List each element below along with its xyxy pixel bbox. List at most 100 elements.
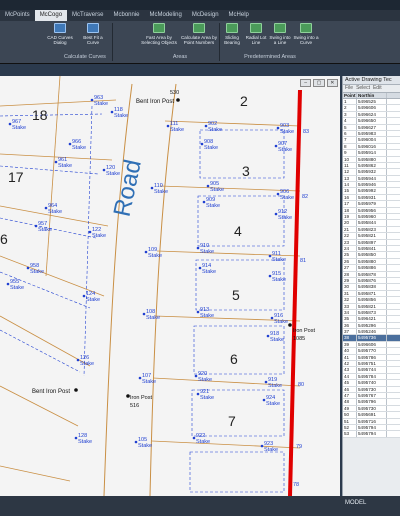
stake-marker[interactable] [274, 144, 278, 148]
tab-mccogo[interactable]: McCogo [34, 10, 68, 21]
stake-label: Stake [278, 215, 292, 221]
tab-mctraverse[interactable]: McTraverse [67, 10, 108, 21]
minimize-icon[interactable]: – [300, 79, 312, 87]
stake-marker[interactable] [194, 374, 198, 378]
group-predetermined-areas: Predetermined Areas [244, 54, 296, 60]
swing-into-curve-button[interactable]: Swing into a Curve [293, 23, 319, 53]
stake-marker[interactable] [8, 122, 12, 126]
cell-northing: 5495956 [357, 207, 387, 214]
cell-point: 30 [343, 284, 357, 290]
cell-northing: 5495751 [357, 361, 387, 367]
cell-point: 40 [343, 348, 357, 354]
site-plan[interactable]: Road 18 17 6 2 3 4 5 6 7 Bent Iron Post … [0, 76, 340, 496]
table-row[interactable]: 53 5495794 [343, 431, 400, 438]
stake-marker[interactable] [260, 444, 264, 448]
stake-marker[interactable] [196, 246, 200, 250]
svg-text:78: 78 [293, 482, 299, 488]
cell-northing: 5495767 [357, 392, 387, 399]
drawing-canvas[interactable]: Road 18 17 6 2 3 4 5 6 7 Bent Iron Post … [0, 76, 340, 496]
cell-northing: 5495736 [357, 335, 387, 341]
best-fit-curve-button[interactable]: Best Fit a Curve [78, 23, 108, 53]
lot-number: 7 [228, 413, 236, 429]
cell-northing: 5495886 [357, 265, 387, 271]
stake-marker[interactable] [166, 124, 170, 128]
stake-marker[interactable] [26, 266, 30, 270]
stake-marker[interactable] [264, 380, 268, 384]
stake-marker[interactable] [110, 110, 114, 114]
column-header-northing[interactable]: Northin [357, 93, 387, 98]
tab-mcdesign[interactable]: McDesign [187, 10, 224, 21]
stake-marker[interactable] [192, 436, 196, 440]
group-calculate-curves: Calculate Curves [64, 54, 106, 60]
stake-marker[interactable] [144, 250, 148, 254]
cad-curves-dialog-button[interactable]: CAD Curves Dialog [45, 23, 75, 53]
close-icon[interactable]: ✕ [326, 79, 338, 87]
stake-marker[interactable] [276, 192, 280, 196]
stake-marker[interactable] [274, 212, 278, 216]
cell-point: 24 [343, 245, 357, 252]
stake-marker[interactable] [82, 294, 86, 298]
menu-file[interactable]: File [345, 85, 353, 92]
cell-point: 10 [343, 156, 357, 162]
stake-marker[interactable] [204, 124, 208, 128]
tab-mcbonnie[interactable]: Mcbonnie [108, 10, 144, 21]
menu-edit[interactable]: Edit [373, 85, 382, 92]
stake-label: Stake [268, 383, 282, 389]
swing-into-line-button[interactable]: Swing into a Line [268, 23, 292, 53]
stake-marker[interactable] [200, 142, 204, 146]
fast-area-button[interactable]: Fast Area by Selecting Objects [140, 23, 178, 53]
sliding-bearing-button[interactable]: Sliding Bearing [220, 23, 244, 53]
stake-label: Stake [210, 187, 224, 193]
model-tab[interactable]: MODEL [345, 500, 366, 506]
cell-point: 21 [343, 226, 357, 233]
svg-text:79: 79 [296, 444, 302, 450]
cell-northing: 5495878 [357, 271, 387, 277]
stake-marker[interactable] [268, 274, 272, 278]
stake-marker[interactable] [68, 142, 72, 146]
stake-label: Stake [92, 233, 106, 239]
cell-point: 39 [343, 341, 357, 348]
calculate-area-button[interactable]: Calculate Area by Point Numbers [180, 23, 218, 53]
stake-marker[interactable] [266, 334, 270, 338]
stake-marker[interactable] [44, 206, 48, 210]
menu-select[interactable]: Select [356, 85, 370, 92]
stake-marker[interactable] [34, 224, 38, 228]
stake-marker[interactable] [6, 282, 10, 286]
stake-marker[interactable] [54, 160, 58, 164]
radial-lot-line-button[interactable]: Radial Lot Line [245, 23, 267, 53]
stake-marker[interactable] [76, 358, 80, 362]
stake-marker[interactable] [150, 186, 154, 190]
stake-marker[interactable] [196, 392, 200, 396]
window-controls[interactable]: – ▢ ✕ [300, 79, 338, 87]
stake-marker[interactable] [74, 436, 78, 440]
stake-label: Stake [264, 447, 278, 453]
stake-marker[interactable] [270, 316, 274, 320]
stake-marker[interactable] [276, 126, 280, 130]
area-points-icon [193, 23, 205, 33]
stake-marker[interactable] [90, 98, 94, 102]
stake-marker[interactable] [138, 376, 142, 380]
stake-marker[interactable] [142, 312, 146, 316]
column-header-point[interactable]: Point [343, 93, 357, 98]
stake-marker[interactable] [102, 168, 106, 172]
stake-label: Stake [272, 257, 286, 263]
cell-northing: 5495794 [357, 424, 387, 431]
tab-mchelp[interactable]: McHelp [224, 10, 254, 21]
cell-northing: 5495983 [357, 130, 387, 137]
stake-marker[interactable] [196, 310, 200, 314]
stake-marker[interactable] [268, 254, 272, 258]
cell-northing: 5495716 [357, 418, 387, 424]
stake-marker[interactable] [134, 440, 138, 444]
stake-label: Stake [48, 209, 62, 215]
stake-marker[interactable] [206, 184, 210, 188]
svg-text:Bent Iron Post: Bent Iron Post [32, 389, 70, 395]
stake-marker[interactable] [202, 200, 206, 204]
tab-mcmodeling[interactable]: McModeling [145, 10, 187, 21]
stake-marker[interactable] [262, 398, 266, 402]
tab-mcpoints[interactable]: McPoints [0, 10, 35, 21]
stake-marker[interactable] [88, 230, 92, 234]
stake-label: Stake [200, 395, 214, 401]
cell-northing: 5495979 [357, 201, 387, 207]
stake-marker[interactable] [198, 266, 202, 270]
restore-icon[interactable]: ▢ [313, 79, 325, 87]
